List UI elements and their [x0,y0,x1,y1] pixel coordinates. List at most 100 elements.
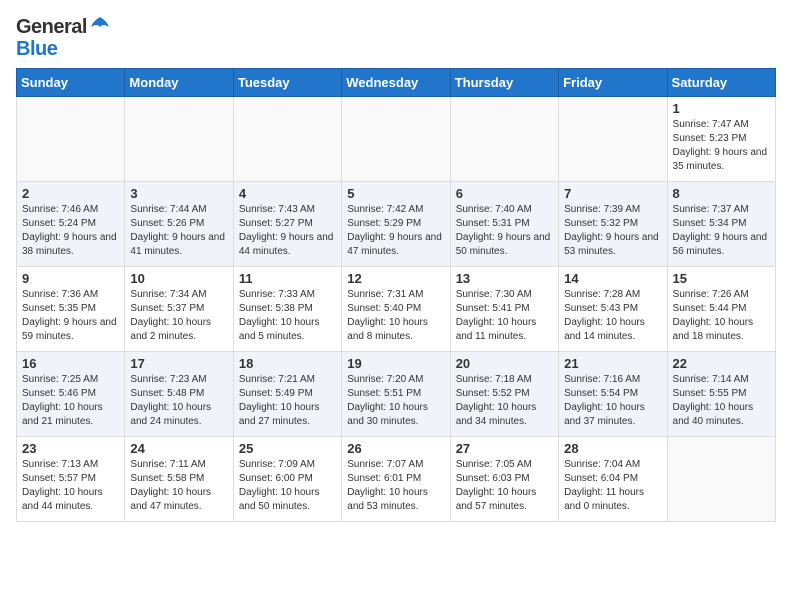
calendar-cell: 28 Sunrise: 7:04 AM Sunset: 6:04 PM Dayli… [559,437,667,522]
day-info: Sunrise: 7:42 AM Sunset: 5:29 PM Dayligh… [347,203,444,259]
calendar-cell: 2Sunrise: 7:46 AM Sunset: 5:24 PM Daylig… [17,182,125,267]
calendar-cell: 24 Sunrise: 7:11 AM Sunset: 5:58 PM Dayli… [125,437,233,522]
weekday-saturday: Saturday [667,69,775,97]
calendar-cell: 7 Sunrise: 7:39 AM Sunset: 5:32 PM Daylig… [559,182,667,267]
calendar-cell [17,97,125,182]
calendar-cell [125,97,233,182]
calendar-week-0: 1 Sunrise: 7:47 AM Sunset: 5:23 PM Daylig… [17,97,776,182]
day-number: 9 [22,271,119,286]
calendar-cell [559,97,667,182]
day-number: 14 [564,271,661,286]
calendar-table: SundayMondayTuesdayWednesdayThursdayFrid… [16,68,776,522]
logo: General Blue [16,16,111,60]
day-info: Sunrise: 7:14 AM Sunset: 5:55 PM Dayligh… [673,373,770,429]
day-info: Sunrise: 7:33 AM Sunset: 5:38 PM Dayligh… [239,288,336,344]
day-info: Sunrise: 7:18 AM Sunset: 5:52 PM Dayligh… [456,373,553,429]
day-info: Sunrise: 7:04 AM Sunset: 6:04 PM Dayligh… [564,458,661,514]
day-number: 22 [673,356,770,371]
calendar-cell: 21Sunrise: 7:16 AM Sunset: 5:54 PM Dayli… [559,352,667,437]
calendar-cell: 12 Sunrise: 7:31 AM Sunset: 5:40 PM Dayli… [342,267,450,352]
calendar-week-1: 2Sunrise: 7:46 AM Sunset: 5:24 PM Daylig… [17,182,776,267]
weekday-wednesday: Wednesday [342,69,450,97]
page-header: General Blue [16,16,776,60]
calendar-cell: 10 Sunrise: 7:34 AM Sunset: 5:37 PM Dayli… [125,267,233,352]
day-number: 13 [456,271,553,286]
weekday-tuesday: Tuesday [233,69,341,97]
calendar-week-2: 9 Sunrise: 7:36 AM Sunset: 5:35 PM Daylig… [17,267,776,352]
calendar-cell: 18Sunrise: 7:21 AM Sunset: 5:49 PM Dayli… [233,352,341,437]
day-number: 10 [130,271,227,286]
day-info: Sunrise: 7:13 AM Sunset: 5:57 PM Dayligh… [22,458,119,514]
calendar-header: SundayMondayTuesdayWednesdayThursdayFrid… [17,69,776,97]
day-number: 5 [347,186,444,201]
weekday-monday: Monday [125,69,233,97]
logo-general: General [16,16,87,38]
day-info: Sunrise: 7:36 AM Sunset: 5:35 PM Dayligh… [22,288,119,344]
calendar-cell: 5 Sunrise: 7:42 AM Sunset: 5:29 PM Daylig… [342,182,450,267]
weekday-sunday: Sunday [17,69,125,97]
weekday-thursday: Thursday [450,69,558,97]
calendar-cell [667,437,775,522]
day-number: 17 [130,356,227,371]
day-info: Sunrise: 7:26 AM Sunset: 5:44 PM Dayligh… [673,288,770,344]
day-number: 1 [673,101,770,116]
day-number: 28 [564,441,661,456]
calendar-body: 1 Sunrise: 7:47 AM Sunset: 5:23 PM Daylig… [17,97,776,522]
day-info: Sunrise: 7:31 AM Sunset: 5:40 PM Dayligh… [347,288,444,344]
day-number: 27 [456,441,553,456]
day-info: Sunrise: 7:20 AM Sunset: 5:51 PM Dayligh… [347,373,444,429]
calendar-cell: 8 Sunrise: 7:37 AM Sunset: 5:34 PM Daylig… [667,182,775,267]
day-info: Sunrise: 7:44 AM Sunset: 5:26 PM Dayligh… [130,203,227,259]
day-number: 21 [564,356,661,371]
day-info: Sunrise: 7:23 AM Sunset: 5:48 PM Dayligh… [130,373,227,429]
day-number: 16 [22,356,119,371]
logo-blue: Blue [16,38,57,60]
day-number: 15 [673,271,770,286]
calendar-week-4: 23 Sunrise: 7:13 AM Sunset: 5:57 PM Dayli… [17,437,776,522]
day-number: 23 [22,441,119,456]
day-info: Sunrise: 7:39 AM Sunset: 5:32 PM Dayligh… [564,203,661,259]
calendar-cell [233,97,341,182]
day-info: Sunrise: 7:30 AM Sunset: 5:41 PM Dayligh… [456,288,553,344]
day-number: 11 [239,271,336,286]
day-info: Sunrise: 7:25 AM Sunset: 5:46 PM Dayligh… [22,373,119,429]
day-number: 25 [239,441,336,456]
calendar-cell: 26 Sunrise: 7:07 AM Sunset: 6:01 PM Dayli… [342,437,450,522]
day-info: Sunrise: 7:40 AM Sunset: 5:31 PM Dayligh… [456,203,553,259]
calendar-cell: 22 Sunrise: 7:14 AM Sunset: 5:55 PM Dayli… [667,352,775,437]
calendar-cell: 23 Sunrise: 7:13 AM Sunset: 5:57 PM Dayli… [17,437,125,522]
calendar-cell: 25 Sunrise: 7:09 AM Sunset: 6:00 PM Dayli… [233,437,341,522]
calendar-cell: 15 Sunrise: 7:26 AM Sunset: 5:44 PM Dayli… [667,267,775,352]
calendar-cell: 19Sunrise: 7:20 AM Sunset: 5:51 PM Dayli… [342,352,450,437]
calendar-cell: 20 Sunrise: 7:18 AM Sunset: 5:52 PM Dayli… [450,352,558,437]
day-info: Sunrise: 7:28 AM Sunset: 5:43 PM Dayligh… [564,288,661,344]
day-number: 2 [22,186,119,201]
day-info: Sunrise: 7:37 AM Sunset: 5:34 PM Dayligh… [673,203,770,259]
day-number: 4 [239,186,336,201]
calendar-cell: 3Sunrise: 7:44 AM Sunset: 5:26 PM Daylig… [125,182,233,267]
calendar-cell: 13 Sunrise: 7:30 AM Sunset: 5:41 PM Dayli… [450,267,558,352]
day-number: 24 [130,441,227,456]
day-number: 8 [673,186,770,201]
day-info: Sunrise: 7:47 AM Sunset: 5:23 PM Dayligh… [673,118,770,174]
calendar-week-3: 16 Sunrise: 7:25 AM Sunset: 5:46 PM Dayli… [17,352,776,437]
day-info: Sunrise: 7:11 AM Sunset: 5:58 PM Dayligh… [130,458,227,514]
calendar-cell: 1 Sunrise: 7:47 AM Sunset: 5:23 PM Daylig… [667,97,775,182]
calendar-cell [342,97,450,182]
day-info: Sunrise: 7:34 AM Sunset: 5:37 PM Dayligh… [130,288,227,344]
calendar-cell: 16 Sunrise: 7:25 AM Sunset: 5:46 PM Dayli… [17,352,125,437]
day-number: 26 [347,441,444,456]
day-info: Sunrise: 7:43 AM Sunset: 5:27 PM Dayligh… [239,203,336,259]
logo-container: General Blue [16,16,111,60]
day-number: 20 [456,356,553,371]
logo-bird-icon [89,15,111,37]
weekday-friday: Friday [559,69,667,97]
day-number: 12 [347,271,444,286]
day-info: Sunrise: 7:05 AM Sunset: 6:03 PM Dayligh… [456,458,553,514]
calendar-cell: 14 Sunrise: 7:28 AM Sunset: 5:43 PM Dayli… [559,267,667,352]
calendar-cell: 11 Sunrise: 7:33 AM Sunset: 5:38 PM Dayli… [233,267,341,352]
weekday-header-row: SundayMondayTuesdayWednesdayThursdayFrid… [17,69,776,97]
day-info: Sunrise: 7:07 AM Sunset: 6:01 PM Dayligh… [347,458,444,514]
day-number: 7 [564,186,661,201]
day-info: Sunrise: 7:09 AM Sunset: 6:00 PM Dayligh… [239,458,336,514]
